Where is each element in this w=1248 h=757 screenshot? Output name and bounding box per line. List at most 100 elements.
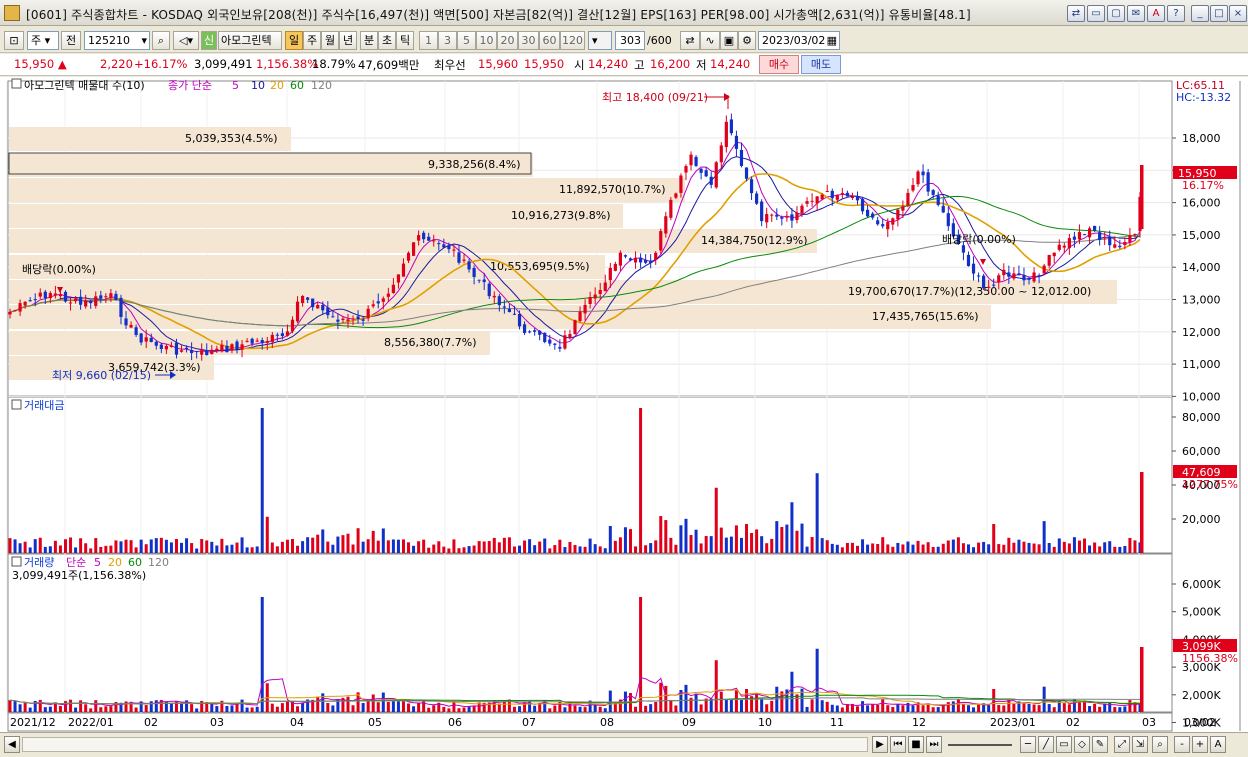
amount-bar: [467, 546, 471, 553]
mail-icon[interactable]: ✉: [1127, 5, 1145, 22]
amount-bar: [301, 541, 305, 553]
volume-bar: [1047, 704, 1051, 712]
minute-1[interactable]: 1: [419, 31, 438, 50]
title-bar: [0601] 주식종합차트 - KOSDAQ 외국인보유[208(천)] 주식수…: [0, 0, 1248, 26]
minimize-button[interactable]: _: [1191, 5, 1209, 22]
play-icon[interactable]: ▶: [872, 736, 888, 753]
minute-20[interactable]: 20: [497, 31, 518, 50]
line-tool-icon[interactable]: ─: [1020, 736, 1036, 753]
zoom-slider[interactable]: [948, 744, 1012, 746]
amount-bar: [154, 538, 158, 553]
scroll-left-icon[interactable]: ◀: [4, 736, 20, 753]
volume-bar: [396, 701, 400, 712]
stop-icon[interactable]: ■: [908, 736, 924, 753]
interval-second[interactable]: 초: [378, 31, 396, 50]
sound-icon[interactable]: ◁▾: [173, 31, 199, 50]
volume-bar: [1118, 707, 1122, 712]
buy-button[interactable]: 매수: [759, 55, 799, 74]
volume-bar: [89, 708, 93, 712]
volume-bar: [1128, 700, 1132, 712]
search-icon[interactable]: ⌕: [152, 31, 170, 50]
volume-panel-menu-icon[interactable]: [11, 556, 22, 567]
amount-bar: [1002, 544, 1006, 553]
link-icon[interactable]: ⇄: [1067, 5, 1085, 22]
minute-5[interactable]: 5: [457, 31, 476, 50]
minute-30[interactable]: 30: [518, 31, 539, 50]
minute-10[interactable]: 10: [476, 31, 497, 50]
candle-body: [628, 258, 633, 261]
candle-body: [729, 119, 733, 134]
trend-tool-icon[interactable]: ╱: [1038, 736, 1054, 753]
tool-extra-1-icon[interactable]: ⤢: [1114, 736, 1130, 753]
date-label: 03: [210, 716, 224, 729]
interval-year[interactable]: 년: [339, 31, 357, 50]
interval-month[interactable]: 월: [321, 31, 339, 50]
amount-bar: [739, 537, 743, 553]
volume-bar: [331, 705, 335, 712]
volume-bar: [301, 702, 305, 712]
volume-bar: [563, 707, 567, 712]
minute-120[interactable]: 120: [560, 31, 585, 50]
sell-button[interactable]: 매도: [801, 55, 841, 74]
zoom-in-button[interactable]: +: [1192, 736, 1208, 753]
maximize-button[interactable]: □: [1210, 5, 1228, 22]
candle-body: [830, 190, 834, 199]
volume-tick-label: 2,000K: [1182, 689, 1221, 702]
custom-interval-select[interactable]: ▾: [588, 31, 612, 50]
amount-panel-menu-icon[interactable]: [11, 399, 22, 410]
amount-bar: [1103, 542, 1107, 553]
candle-body: [295, 301, 300, 322]
minute-60[interactable]: 60: [539, 31, 560, 50]
zoom-out-button[interactable]: -: [1174, 736, 1190, 753]
interval-minute[interactable]: 분: [360, 31, 378, 50]
shape-tool-icon[interactable]: ◇: [1074, 736, 1090, 753]
indicator-icon[interactable]: ∿: [700, 31, 720, 50]
minimize-panel-icon[interactable]: ▭: [1087, 5, 1105, 22]
volume-bar: [659, 682, 663, 712]
horizontal-scrollbar[interactable]: [22, 737, 868, 752]
amount-bar: [669, 537, 673, 553]
prev-button[interactable]: 전: [61, 31, 81, 50]
auto-scale-button[interactable]: A: [1210, 736, 1226, 753]
help-icon[interactable]: ?: [1167, 5, 1185, 22]
interval-tick[interactable]: 틱: [396, 31, 414, 50]
volume-bar: [745, 689, 749, 712]
volume-bar: [1037, 705, 1041, 712]
candle-body: [850, 196, 855, 198]
volume-bar: [765, 704, 769, 712]
zoom-icon[interactable]: ⌕: [1152, 736, 1168, 753]
amount-bar: [770, 538, 774, 553]
interval-week[interactable]: 주: [303, 31, 321, 50]
interval-day[interactable]: 일: [285, 31, 303, 50]
swap-icon[interactable]: ⇄: [680, 31, 700, 50]
chart-area[interactable]: 5,039,353(4.5%) 9,338,256(8.4%) 11,892,570…: [0, 77, 1248, 732]
first-icon[interactable]: ⏮: [890, 736, 906, 753]
tool-extra-2-icon[interactable]: ⇲: [1132, 736, 1148, 753]
stock-code-input[interactable]: 125210 ▾: [84, 31, 150, 50]
box-tool-icon[interactable]: ▭: [1056, 736, 1072, 753]
draw-tool-icon[interactable]: ✎: [1092, 736, 1108, 753]
open-label: 시: [574, 58, 585, 72]
settings-icon[interactable]: ⚙: [738, 31, 756, 50]
volume-bar: [770, 700, 774, 712]
last-icon[interactable]: ⏭: [926, 736, 942, 753]
restore-panel-icon[interactable]: ▢: [1107, 5, 1125, 22]
amount-bar: [623, 527, 627, 553]
candle-body: [33, 299, 37, 301]
bar-count-input[interactable]: 303: [615, 31, 645, 50]
panel-menu-icon[interactable]: [11, 78, 22, 89]
chart-canvas[interactable]: 5,039,353(4.5%) 9,338,256(8.4%) 11,892,570…: [0, 77, 1248, 732]
volume-bar: [346, 696, 350, 712]
close-button[interactable]: ×: [1229, 5, 1247, 22]
save-icon[interactable]: ▣: [720, 31, 738, 50]
font-icon[interactable]: A: [1147, 5, 1165, 22]
amount-bar: [210, 541, 214, 553]
period-select[interactable]: 주 ▾: [27, 31, 59, 50]
candle-body: [840, 192, 844, 194]
lock-icon[interactable]: ⊡: [4, 31, 24, 50]
date-input[interactable]: 2023/03/02 ▦: [758, 31, 840, 50]
minute-3[interactable]: 3: [438, 31, 457, 50]
candle-body: [946, 213, 950, 227]
amount-bar: [1037, 544, 1041, 553]
amount-bar: [225, 545, 229, 553]
